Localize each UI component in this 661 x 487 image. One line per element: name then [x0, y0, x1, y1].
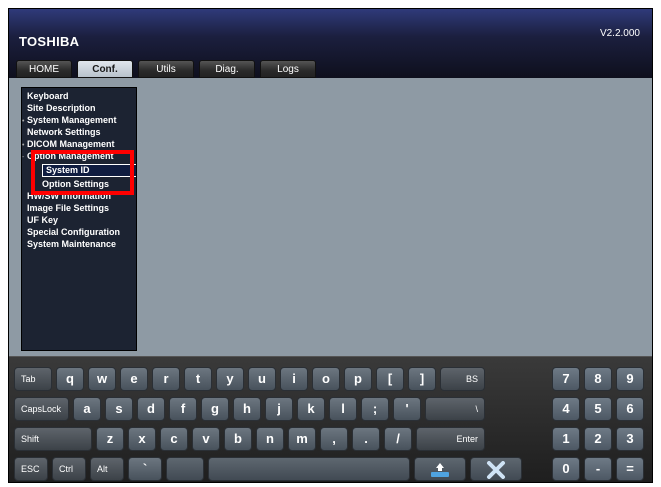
key-g[interactable]: g	[201, 397, 229, 421]
key-num-4[interactable]: 4	[552, 397, 580, 421]
key-semicolon[interactable]: ;	[361, 397, 389, 421]
tab-diag[interactable]: Diag.	[199, 60, 255, 78]
key-enter[interactable]: Enter	[416, 427, 485, 451]
tab-logs[interactable]: Logs	[260, 60, 316, 78]
keyboard-hide-button[interactable]	[414, 457, 466, 481]
key-space[interactable]	[208, 457, 410, 481]
sidebar-item-label: Keyboard	[27, 91, 69, 101]
key-e[interactable]: e	[120, 367, 148, 391]
version-label: V2.2.000	[599, 28, 640, 39]
tab-home[interactable]: HOME	[16, 60, 72, 78]
sidebar-item-image-file-settings[interactable]: Image File Settings	[27, 203, 109, 214]
key-x[interactable]: x	[128, 427, 156, 451]
key-f[interactable]: f	[169, 397, 197, 421]
sidebar-item-option-management[interactable]: - Option Management	[22, 151, 114, 162]
app-window: TOSHIBA V2.2.000 HOME Conf. Utils Diag. …	[8, 8, 653, 483]
key-backtick[interactable]: `	[128, 457, 162, 481]
sidebar-item-label: System Management	[27, 115, 117, 125]
key-num-8[interactable]: 8	[584, 367, 612, 391]
sidebar-item-label: Special Configuration	[27, 227, 121, 237]
close-x-icon	[484, 461, 508, 482]
sidebar-item-uf-key[interactable]: UF Key	[27, 215, 58, 226]
key-w[interactable]: w	[88, 367, 116, 391]
key-shift[interactable]: Shift	[14, 427, 92, 451]
key-slash[interactable]: /	[384, 427, 412, 451]
tab-utils[interactable]: Utils	[138, 60, 194, 78]
key-backspace[interactable]: BS	[440, 367, 485, 391]
sidebar-item-label: System ID	[46, 165, 90, 175]
key-d[interactable]: d	[137, 397, 165, 421]
key-num-2[interactable]: 2	[584, 427, 612, 451]
key-j[interactable]: j	[265, 397, 293, 421]
sidebar-item-label: HW/SW Information	[27, 191, 111, 201]
sidebar-item-label: UF Key	[27, 215, 59, 225]
key-period[interactable]: .	[352, 427, 380, 451]
key-z[interactable]: z	[96, 427, 124, 451]
header-bar: TOSHIBA V2.2.000 HOME Conf. Utils Diag. …	[9, 9, 652, 79]
key-apostrophe[interactable]: '	[393, 397, 421, 421]
key-m[interactable]: m	[288, 427, 316, 451]
sidebar-item-option-settings[interactable]: Option Settings	[42, 179, 109, 190]
brand-logo: TOSHIBA	[19, 34, 80, 49]
key-a[interactable]: a	[73, 397, 101, 421]
sidebar-item-network-settings[interactable]: Network Settings	[27, 127, 101, 138]
key-s[interactable]: s	[105, 397, 133, 421]
sidebar-item-system-management[interactable]: • System Management	[22, 115, 117, 126]
onscreen-keyboard: Tab q w e r t y u i o p [ ] BS 7 8 9 Cap…	[9, 356, 652, 482]
key-tab[interactable]: Tab	[14, 367, 52, 391]
key-c[interactable]: c	[160, 427, 188, 451]
key-equals[interactable]: =	[616, 457, 644, 481]
close-keyboard-button[interactable]	[470, 457, 522, 481]
tab-conf[interactable]: Conf.	[77, 60, 133, 78]
sidebar-item-label: Option Settings	[42, 179, 109, 189]
key-num-6[interactable]: 6	[616, 397, 644, 421]
key-v[interactable]: v	[192, 427, 220, 451]
sidebar-item-label: System Maintenance	[27, 239, 117, 249]
key-esc[interactable]: ESC	[14, 457, 48, 481]
keyboard-hide-icon	[428, 463, 452, 482]
key-r[interactable]: r	[152, 367, 180, 391]
key-u[interactable]: u	[248, 367, 276, 391]
key-capslock[interactable]: CapsLock	[14, 397, 69, 421]
key-alt[interactable]: Alt	[90, 457, 124, 481]
sidebar-item-keyboard[interactable]: Keyboard	[27, 91, 69, 102]
key-y[interactable]: y	[216, 367, 244, 391]
key-num-7[interactable]: 7	[552, 367, 580, 391]
sidebar-item-system-id[interactable]: System ID	[42, 164, 136, 177]
key-q[interactable]: q	[56, 367, 84, 391]
sidebar-item-label: Network Settings	[27, 127, 101, 137]
sidebar-item-dicom-management[interactable]: • DICOM Management	[22, 139, 115, 150]
sidebar-item-label: Site Description	[27, 103, 96, 113]
key-l[interactable]: l	[329, 397, 357, 421]
key-num-0[interactable]: 0	[552, 457, 580, 481]
key-n[interactable]: n	[256, 427, 284, 451]
key-num-5[interactable]: 5	[584, 397, 612, 421]
key-blank[interactable]	[166, 457, 204, 481]
key-k[interactable]: k	[297, 397, 325, 421]
key-num-1[interactable]: 1	[552, 427, 580, 451]
sidebar-item-label: Option Management	[27, 151, 114, 161]
sidebar-item-label: DICOM Management	[27, 139, 115, 149]
key-minus[interactable]: -	[584, 457, 612, 481]
key-i[interactable]: i	[280, 367, 308, 391]
sidebar-item-system-maintenance[interactable]: System Maintenance	[27, 239, 116, 250]
sidebar-menu: Keyboard Site Description • System Manage…	[21, 87, 137, 351]
key-open-bracket[interactable]: [	[376, 367, 404, 391]
tab-bar: HOME Conf. Utils Diag. Logs	[16, 60, 316, 78]
key-num-3[interactable]: 3	[616, 427, 644, 451]
key-backslash[interactable]: \	[425, 397, 485, 421]
key-t[interactable]: t	[184, 367, 212, 391]
key-close-bracket[interactable]: ]	[408, 367, 436, 391]
key-num-9[interactable]: 9	[616, 367, 644, 391]
sidebar-item-special-configuration[interactable]: Special Configuration	[27, 227, 120, 238]
sidebar-item-label: Image File Settings	[27, 203, 110, 213]
key-h[interactable]: h	[233, 397, 261, 421]
key-p[interactable]: p	[344, 367, 372, 391]
key-comma[interactable]: ,	[320, 427, 348, 451]
key-b[interactable]: b	[224, 427, 252, 451]
key-o[interactable]: o	[312, 367, 340, 391]
sidebar-item-site-description[interactable]: Site Description	[27, 103, 96, 114]
sidebar-item-hwsw-information[interactable]: HW/SW Information	[27, 191, 111, 202]
key-ctrl[interactable]: Ctrl	[52, 457, 86, 481]
